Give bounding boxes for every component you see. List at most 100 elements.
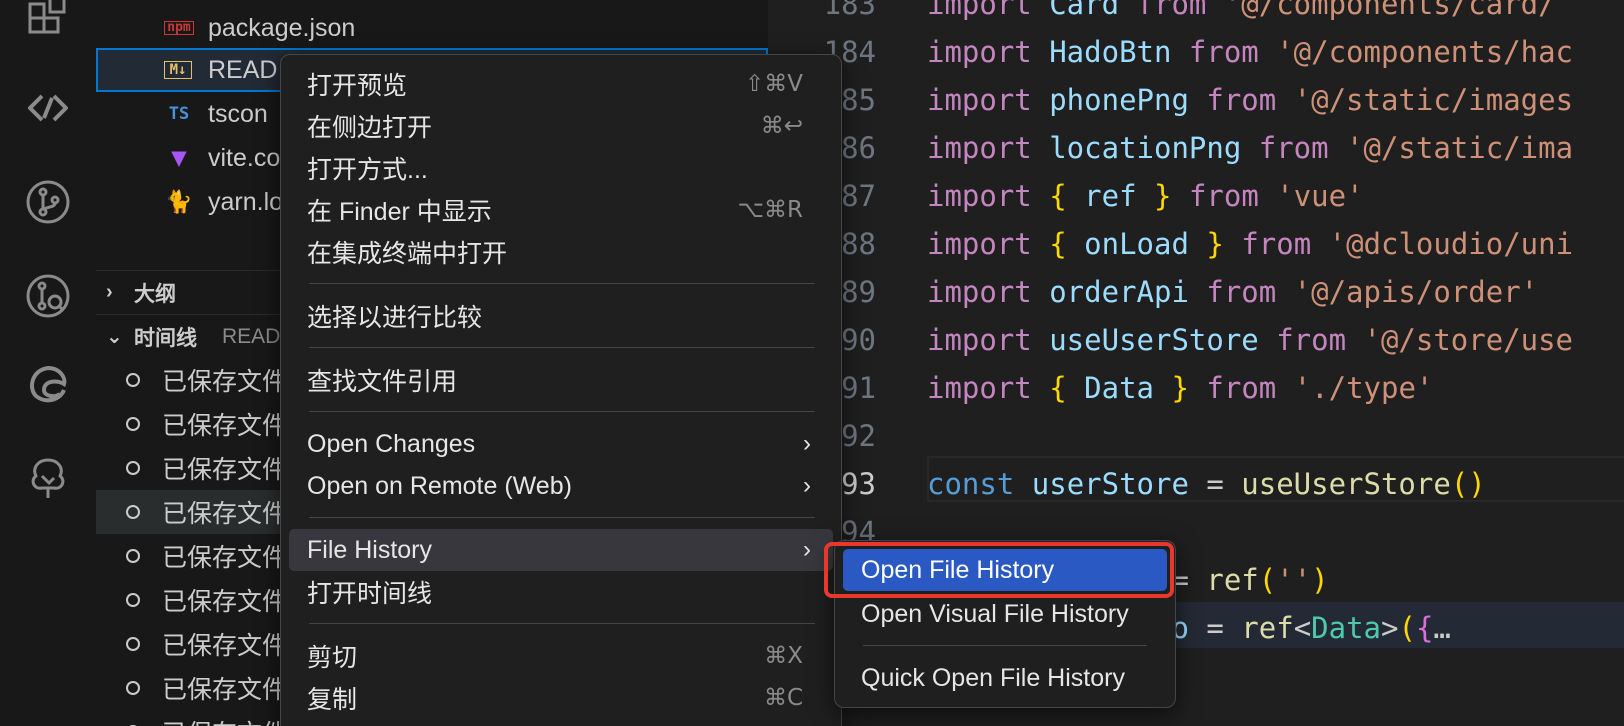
code-line: import locationPng from '@/static/ima xyxy=(927,131,1573,165)
menu-item-copy[interactable]: 复制 ⌘C xyxy=(289,677,833,719)
submenu-item-quick-open-file-history[interactable]: Quick Open File History xyxy=(843,657,1167,699)
file-name: yarn.lo xyxy=(208,187,284,216)
commit-circle-icon xyxy=(126,373,140,387)
code-token: ref xyxy=(1066,179,1155,213)
code-token: onLoad xyxy=(1066,227,1207,261)
code-token: import xyxy=(927,371,1032,405)
menu-item-find-file-references[interactable]: 查找文件引用 xyxy=(289,359,833,401)
timeline-item-label: 已保存文件 xyxy=(162,412,288,440)
code-token: = xyxy=(1206,467,1242,501)
menu-item-select-for-compare[interactable]: 选择以进行比较 xyxy=(289,295,833,337)
code-token: locationPng xyxy=(1031,131,1259,165)
chevron-right-icon: › xyxy=(803,536,811,563)
code-token: = xyxy=(1206,611,1242,645)
chevron-down-icon: ⌄ xyxy=(106,326,123,348)
timeline-item-label: 已保存文件 xyxy=(162,544,288,572)
menu-item-open-in-terminal[interactable]: 在集成终端中打开 xyxy=(289,231,833,273)
file-row-package-json[interactable]: npm package.json xyxy=(96,6,768,50)
code-token: import xyxy=(927,179,1032,213)
file-name: READ xyxy=(208,55,278,84)
menu-item-open-preview[interactable]: 打开预览 ⇧⌘V xyxy=(289,63,833,105)
code-token: } xyxy=(1206,227,1224,261)
timeline-title: 时间线 xyxy=(134,326,197,350)
code-token: from xyxy=(1206,83,1277,117)
remote-explorer-icon[interactable] xyxy=(22,82,74,134)
code-token: const xyxy=(927,467,1015,501)
menu-item-label: 选择以进行比较 xyxy=(307,304,483,332)
code-line: import HadoBtn from '@/components/hac xyxy=(927,35,1573,69)
code-token: from xyxy=(1258,131,1329,165)
menu-item-label: 复制 xyxy=(307,686,358,714)
menu-item-open-with[interactable]: 打开方式... xyxy=(289,147,833,189)
code-token: '@/components/hac xyxy=(1258,35,1574,69)
code-token: orderApi xyxy=(1031,275,1207,309)
code-token: userStore xyxy=(1014,467,1207,501)
code-line: import phonePng from '@/static/images xyxy=(927,83,1573,117)
menu-separator xyxy=(309,283,815,284)
git-graph-icon[interactable] xyxy=(22,270,74,322)
file-name: vite.co xyxy=(208,143,281,172)
code-token: from xyxy=(1206,275,1277,309)
source-control-icon[interactable] xyxy=(22,176,74,228)
code-token: '@/components/card/ xyxy=(1206,0,1556,21)
menu-item-file-history[interactable]: File History › xyxy=(289,529,833,571)
code-token: () xyxy=(1450,467,1486,501)
commit-circle-icon xyxy=(126,593,140,607)
menu-item-label: 打开方式... xyxy=(307,156,428,184)
edge-devtools-icon[interactable] xyxy=(22,358,74,410)
tsconfig-icon: TS xyxy=(168,104,190,124)
menu-item-label: 打开时间线 xyxy=(307,580,433,608)
commit-circle-icon xyxy=(126,505,140,519)
code-token: ( xyxy=(1398,611,1416,645)
code-token: '@/apis/order' xyxy=(1276,275,1539,309)
extensions-icon[interactable] xyxy=(22,0,74,44)
submenu-item-open-visual-file-history[interactable]: Open Visual File History xyxy=(843,593,1167,635)
submenu-item-label: Open Visual File History xyxy=(861,599,1129,628)
menu-item-shortcut: ⌥⌘R xyxy=(737,197,804,223)
menu-item-open-to-side[interactable]: 在侧边打开 ⌘↩ xyxy=(289,105,833,147)
menu-item-reveal-in-finder[interactable]: 在 Finder 中显示 ⌥⌘R xyxy=(289,189,833,231)
menu-item-shortcut: ⌘C xyxy=(763,685,803,711)
code-token: from xyxy=(1241,227,1312,261)
menu-item-shortcut: ⇧⌘V xyxy=(744,71,803,97)
timeline-item-label: 已保存文件 xyxy=(162,588,288,616)
menu-item-open-changes[interactable]: Open Changes › xyxy=(289,423,833,465)
code-token: '@dcloudio/uni xyxy=(1311,227,1574,261)
context-menu: 打开预览 ⇧⌘V 在侧边打开 ⌘↩ 打开方式... 在 Finder 中显示 ⌥… xyxy=(280,54,842,726)
code-token: < xyxy=(1293,611,1312,645)
code-token: } xyxy=(1154,179,1172,213)
code-token: '' xyxy=(1276,563,1312,597)
code-token: HadoBtn xyxy=(1031,35,1189,69)
timeline-item-label: 已保存文件 xyxy=(162,456,288,484)
code-token: ref xyxy=(1206,563,1259,597)
code-line: import { ref } from 'vue' xyxy=(927,179,1364,213)
menu-item-open-timeline[interactable]: 打开时间线 xyxy=(289,571,833,613)
menu-item-label: 在 Finder 中显示 xyxy=(307,198,492,226)
code-token: import xyxy=(927,323,1032,357)
highlight-annotation-box xyxy=(824,542,1174,598)
code-token: from xyxy=(1188,35,1259,69)
line-number: 183 xyxy=(823,0,876,21)
commit-circle-icon xyxy=(126,637,140,651)
menu-item-open-on-remote[interactable]: Open on Remote (Web) › xyxy=(289,465,833,507)
code-token: phonePng xyxy=(1031,83,1207,117)
menu-item-cut[interactable]: 剪切 ⌘X xyxy=(289,635,833,677)
timeline-item-label: 已保存文件 xyxy=(162,632,288,660)
code-token: ) xyxy=(1311,563,1329,597)
menu-item-label: Open Changes xyxy=(307,429,476,458)
code-line: import useUserStore from '@/store/use xyxy=(927,323,1573,357)
code-token: = xyxy=(1171,563,1207,597)
code-token: from xyxy=(1276,323,1347,357)
markdown-icon: M↓ xyxy=(164,61,192,79)
outline-title: 大纲 xyxy=(134,282,176,306)
code-token: import xyxy=(927,275,1032,309)
code-token: 'vue' xyxy=(1258,179,1364,213)
menu-item-shortcut: ⌘↩ xyxy=(760,113,803,139)
commit-circle-icon xyxy=(126,417,140,431)
gitlens-icon[interactable] xyxy=(22,452,74,504)
commit-circle-icon xyxy=(126,461,140,475)
